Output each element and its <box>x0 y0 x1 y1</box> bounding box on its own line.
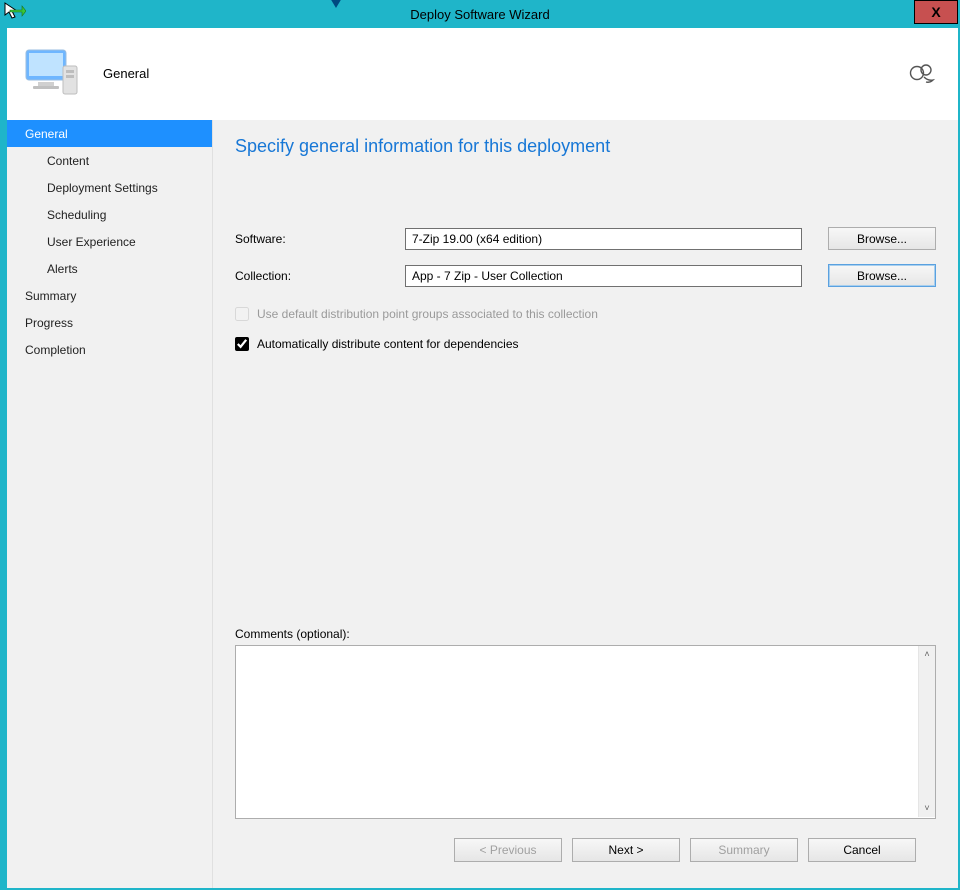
comments-textarea[interactable] <box>235 645 936 819</box>
auto-distribute-checkbox-row: Automatically distribute content for dep… <box>235 337 936 351</box>
collection-row: Collection: Browse... <box>235 264 936 287</box>
comments-scrollbar[interactable]: ˄ ˅ <box>918 646 935 817</box>
sidebar-item-scheduling[interactable]: Scheduling <box>7 201 212 228</box>
sidebar-item-deployment-settings[interactable]: Deployment Settings <box>7 174 212 201</box>
window-title: Deploy Software Wizard <box>410 7 549 22</box>
cancel-button[interactable]: Cancel <box>808 838 916 862</box>
sidebar-item-summary[interactable]: Summary <box>7 282 212 309</box>
sidebar-item-alerts[interactable]: Alerts <box>7 255 212 282</box>
window-titlebar: Deploy Software Wizard <box>0 0 960 28</box>
sidebar-item-content[interactable]: Content <box>7 147 212 174</box>
scroll-up-icon: ˄ <box>924 646 929 663</box>
collection-browse-button[interactable]: Browse... <box>828 264 936 287</box>
sidebar-item-user-experience[interactable]: User Experience <box>7 228 212 255</box>
auto-distribute-checkbox[interactable] <box>235 337 249 351</box>
sidebar-item-progress[interactable]: Progress <box>7 309 212 336</box>
default-dp-checkbox <box>235 307 249 321</box>
wizard-footer: < Previous Next > Summary Cancel <box>235 822 936 878</box>
main-heading: Specify general information for this dep… <box>235 136 936 157</box>
previous-button: < Previous <box>454 838 562 862</box>
default-dp-checkbox-row: Use default distribution point groups as… <box>235 307 936 321</box>
wizard-dialog: General General Content Deployment Setti… <box>7 28 958 888</box>
software-label: Software: <box>235 232 405 246</box>
feedback-icon[interactable] <box>908 62 936 86</box>
page-title: General <box>103 66 149 81</box>
computer-icon <box>23 46 83 101</box>
comments-label: Comments (optional): <box>235 597 936 641</box>
wizard-sidebar: General Content Deployment Settings Sche… <box>7 120 213 888</box>
collection-input[interactable] <box>405 265 802 287</box>
software-row: Software: Browse... <box>235 227 936 250</box>
scroll-down-icon: ˅ <box>924 800 929 817</box>
software-browse-button[interactable]: Browse... <box>828 227 936 250</box>
collection-label: Collection: <box>235 269 405 283</box>
default-dp-label: Use default distribution point groups as… <box>257 307 598 321</box>
sidebar-item-general[interactable]: General <box>7 120 212 147</box>
close-icon: X <box>931 4 940 20</box>
next-button[interactable]: Next > <box>572 838 680 862</box>
sidebar-item-completion[interactable]: Completion <box>7 336 212 363</box>
wizard-header: General <box>7 28 958 120</box>
software-input[interactable] <box>405 228 802 250</box>
wizard-main-panel: Specify general information for this dep… <box>213 120 958 888</box>
window-close-button[interactable]: X <box>914 0 958 24</box>
auto-distribute-label: Automatically distribute content for dep… <box>257 337 519 351</box>
summary-button: Summary <box>690 838 798 862</box>
